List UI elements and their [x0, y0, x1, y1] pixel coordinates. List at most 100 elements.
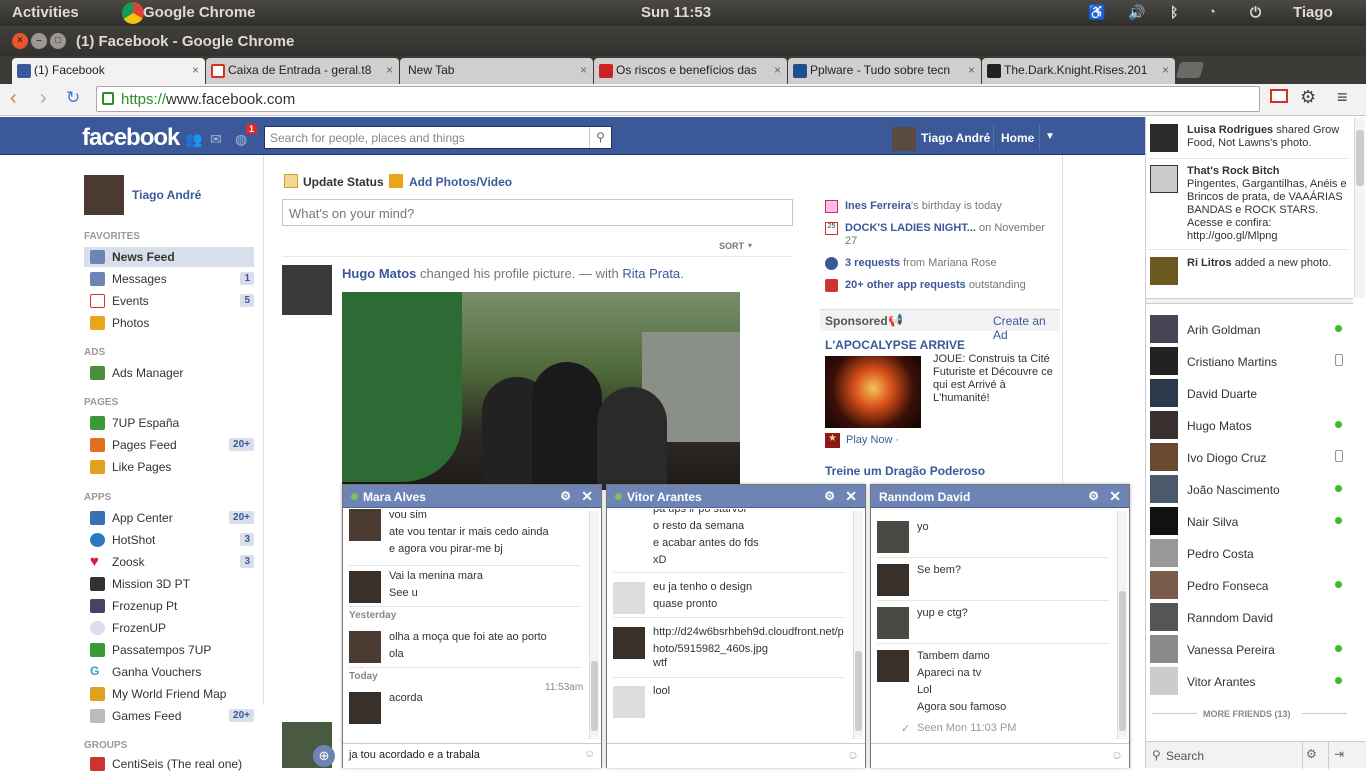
nav-ads-manager[interactable]: Ads Manager — [84, 363, 254, 383]
emoticon-icon[interactable]: ☺ — [847, 748, 859, 762]
chat-link[interactable]: http://d24w6bsrhbeh9d.cloudfront.net/p ho… — [653, 624, 845, 658]
close-tab-icon[interactable]: × — [192, 63, 199, 77]
power-icon[interactable]: ⏻ — [1250, 4, 1261, 21]
nav-ganha-vouchers[interactable]: G Ganha Vouchers — [84, 662, 254, 682]
nav-mission-3d[interactable]: Mission 3D PT — [84, 574, 254, 594]
messages-icon[interactable]: ✉ — [210, 131, 222, 148]
tab-facebook[interactable]: (1) Facebook × — [12, 58, 205, 84]
nav-frozenup-pt[interactable]: Frozenup Pt — [84, 596, 254, 616]
friend-row[interactable]: João Nascimento — [1150, 475, 1350, 507]
post-tagged-user[interactable]: Rita Prata — [622, 266, 680, 281]
nav-photos[interactable]: Photos — [84, 313, 254, 333]
scrollbar-thumb[interactable] — [1119, 591, 1126, 731]
chat-close-icon[interactable]: ✕ — [845, 488, 857, 505]
nav-7up-espana[interactable]: 7UP España — [84, 413, 254, 433]
header-user-name[interactable]: Tiago André — [921, 131, 990, 145]
friend-requests-icon[interactable]: 👥 — [185, 131, 202, 148]
chat-header[interactable]: Vitor Arantes ⚙ ✕ — [607, 485, 865, 508]
nav-group-centiseis[interactable]: CentiSeis (The real one) — [84, 754, 254, 774]
settings-gear-icon[interactable]: ⚙ — [1300, 87, 1316, 108]
back-icon[interactable]: ‹ — [10, 87, 17, 110]
close-tab-icon[interactable]: × — [774, 63, 781, 77]
friend-row[interactable]: Vanessa Pereira — [1150, 635, 1350, 667]
ticker-item[interactable]: That's Rock Bitch Pingentes, Gargantilhas… — [1150, 165, 1347, 245]
nav-passatempos-7up[interactable]: Passatempos 7UP — [84, 640, 254, 660]
friend-row[interactable]: Pedro Fonseca — [1150, 571, 1350, 603]
header-avatar[interactable] — [892, 127, 916, 151]
nav-zoosk[interactable]: ♥ Zoosk 3 — [84, 552, 254, 572]
address-bar[interactable]: https://www.facebook.com — [96, 86, 1260, 112]
notifications-globe-icon[interactable]: ◍ — [235, 131, 247, 148]
ticker-item[interactable]: Ri Litros added a new photo. — [1150, 257, 1345, 287]
chat-settings-icon[interactable]: ⚙ — [824, 489, 835, 503]
scrollbar-thumb[interactable] — [855, 651, 862, 731]
home-link[interactable]: Home — [1001, 131, 1034, 145]
status-input[interactable]: What's on your mind? — [282, 199, 793, 226]
post-photo[interactable] — [342, 292, 740, 490]
chat-options-gear-icon[interactable]: ⚙ — [1306, 747, 1317, 761]
friend-row[interactable]: Pedro Costa — [1150, 539, 1350, 571]
accessibility-icon[interactable]: ♿ — [1088, 4, 1105, 21]
tab-new-tab[interactable]: New Tab × — [400, 58, 593, 84]
sort-button[interactable]: SORT — [719, 241, 744, 251]
chat-input[interactable]: ☺ — [607, 743, 865, 768]
friend-row[interactable]: Vitor Arantes — [1150, 667, 1350, 699]
nav-messages[interactable]: Messages 1 — [84, 269, 254, 289]
user-menu[interactable]: Tiago — [1293, 4, 1333, 21]
sidebar-search-input[interactable]: Search — [1166, 749, 1204, 763]
ad-title[interactable]: L'APOCALYPSE ARRIVE — [825, 338, 965, 352]
profile-avatar[interactable] — [84, 175, 124, 215]
ticker-item[interactable]: Luisa Rodrigues shared Grow Food, Not La… — [1150, 124, 1345, 154]
volume-icon[interactable]: 🔊 — [1128, 4, 1145, 21]
tab-riscos[interactable]: Os riscos e benefícios das × — [594, 58, 787, 84]
friend-row[interactable]: Hugo Matos — [1150, 411, 1350, 443]
chat-globe-icon[interactable]: ⊕ — [313, 745, 335, 767]
chat-settings-icon[interactable]: ⚙ — [560, 489, 571, 503]
chat-input[interactable]: ja tou acordado e a trabala ☺ — [343, 743, 601, 768]
forward-icon[interactable]: › — [40, 87, 47, 110]
nav-frozenup[interactable]: FrozenUP — [84, 618, 254, 638]
post-author[interactable]: Hugo Matos — [342, 266, 416, 281]
chat-close-icon[interactable]: ✕ — [581, 488, 593, 505]
friend-row[interactable]: Nair Silva — [1150, 507, 1350, 539]
ad-image[interactable] — [825, 356, 921, 428]
nav-hotshot[interactable]: HotShot 3 — [84, 530, 254, 550]
ticker-resize-handle[interactable] — [1146, 298, 1353, 304]
close-tab-icon[interactable]: × — [580, 63, 587, 77]
activities-button[interactable]: Activities — [12, 4, 79, 21]
add-photos-tab[interactable]: Add Photos/Video — [409, 175, 512, 189]
chat-input[interactable]: ☺ — [871, 743, 1129, 768]
app-requests-count[interactable]: 20+ other app requests — [845, 279, 966, 291]
account-dropdown-icon[interactable]: ▼ — [1045, 131, 1055, 142]
tab-pplware[interactable]: Pplware - Tudo sobre tecn × — [788, 58, 981, 84]
tab-dark-knight[interactable]: The.Dark.Knight.Rises.201 × — [982, 58, 1175, 84]
maximize-window-button[interactable]: □ — [50, 33, 66, 49]
search-icon[interactable]: ⚲ — [589, 127, 611, 148]
profile-name[interactable]: Tiago André — [132, 188, 201, 202]
chat-header[interactable]: Mara Alves ⚙ ✕ — [343, 485, 601, 508]
friend-row[interactable]: Cristiano Martins — [1150, 347, 1350, 379]
ticker-scrollbar[interactable] — [1354, 118, 1365, 298]
fb-logo[interactable]: facebook — [82, 124, 180, 152]
chat-scrollbar[interactable] — [589, 511, 599, 739]
scrollbar-thumb[interactable] — [591, 661, 598, 731]
chat-scrollbar[interactable] — [853, 511, 863, 739]
nav-app-center[interactable]: App Center 20+ — [84, 508, 254, 528]
ad-title[interactable]: Treine um Dragão Poderoso — [825, 464, 985, 478]
chat-close-icon[interactable]: ✕ — [1109, 488, 1121, 505]
post-author-avatar[interactable] — [282, 265, 332, 315]
nav-events[interactable]: Events 5 — [84, 291, 254, 311]
hide-sidebar-icon[interactable]: ⇥ — [1334, 747, 1344, 761]
emoticon-icon[interactable]: ☺ — [1111, 748, 1123, 762]
birthday-person[interactable]: Ines Ferreira — [845, 200, 911, 212]
friend-row[interactable]: Arih Goldman — [1150, 315, 1350, 347]
minimize-window-button[interactable]: – — [31, 33, 47, 49]
chat-scrollbar[interactable] — [1117, 511, 1127, 739]
close-tab-icon[interactable]: × — [968, 63, 975, 77]
create-ad-link[interactable]: Create an Ad — [993, 314, 1060, 342]
close-window-button[interactable]: × — [12, 33, 28, 49]
nav-news-feed[interactable]: News Feed — [84, 247, 254, 267]
fb-search-input[interactable]: Search for people, places and things ⚲ — [264, 126, 612, 149]
scrollbar-thumb[interactable] — [1356, 130, 1364, 186]
nav-pages-feed[interactable]: Pages Feed 20+ — [84, 435, 254, 455]
